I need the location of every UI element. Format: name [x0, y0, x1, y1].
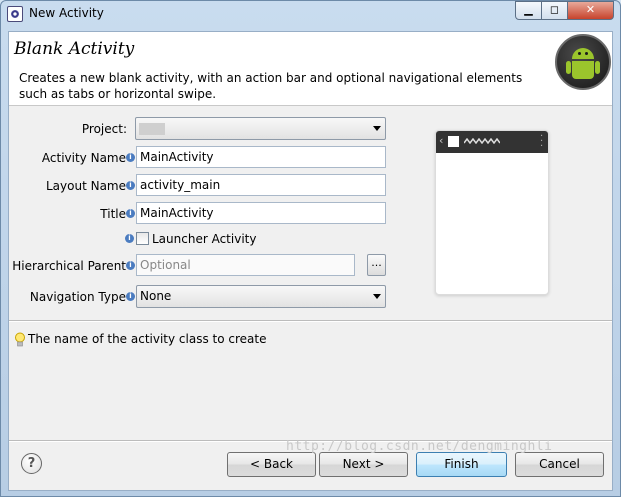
- new-activity-window: New Activity ▁ ◻ ✕ Blank Activity Create…: [0, 0, 621, 497]
- lightbulb-icon: [15, 332, 25, 347]
- launcher-activity-checkbox[interactable]: [136, 232, 149, 245]
- launcher-activity-label[interactable]: Launcher Activity: [152, 232, 256, 246]
- android-robot-head: [572, 48, 594, 59]
- project-value-redacted: [139, 122, 165, 135]
- activity-preview-thumbnail: ‹ · · ·: [435, 130, 549, 295]
- title-input[interactable]: MainActivity: [136, 202, 386, 224]
- eclipse-icon: [7, 6, 23, 22]
- info-icon: i: [126, 209, 135, 218]
- finish-button[interactable]: Finish: [416, 452, 507, 477]
- info-icon: i: [125, 234, 134, 243]
- minimize-button[interactable]: ▁: [515, 1, 542, 20]
- cancel-button[interactable]: Cancel: [515, 452, 604, 477]
- watermark: http://blog.csdn.net/dengminghli: [286, 439, 553, 454]
- browse-parent-button[interactable]: ...: [367, 254, 386, 276]
- hierarchical-parent-input[interactable]: Optional: [136, 254, 355, 276]
- project-label: Project:: [81, 122, 127, 136]
- layout-name-input[interactable]: activity_main: [136, 174, 386, 196]
- title-squiggle-icon: [464, 138, 500, 144]
- app-icon-placeholder: [448, 136, 459, 147]
- back-chevron-icon: ‹: [439, 134, 444, 147]
- page-title: Blank Activity: [14, 39, 135, 59]
- preview-action-bar: ‹ · · ·: [436, 131, 548, 153]
- overflow-menu-icon: · · ·: [540, 131, 544, 152]
- android-robot-body: [572, 61, 594, 79]
- dialog-body: Blank Activity Creates a new blank activ…: [8, 31, 613, 491]
- activity-name-input[interactable]: MainActivity: [136, 146, 386, 168]
- title-bar[interactable]: New Activity ▁ ◻ ✕: [1, 1, 620, 27]
- android-robot-arm: [566, 61, 571, 74]
- info-icon: i: [126, 181, 135, 190]
- navigation-type-value: None: [140, 289, 172, 303]
- project-combo[interactable]: [135, 117, 386, 140]
- wizard-header: Blank Activity Creates a new blank activ…: [9, 32, 612, 106]
- chevron-down-icon: [373, 126, 381, 131]
- layout-name-label: Layout Name: [45, 179, 126, 193]
- next-button[interactable]: Next >: [319, 452, 408, 477]
- page-description: Creates a new blank activity, with an ac…: [19, 71, 523, 101]
- info-icon: i: [126, 292, 135, 301]
- hierarchical-parent-label: Hierarchical Parent: [12, 259, 126, 273]
- info-icon: i: [126, 153, 135, 162]
- title-label: Title: [100, 207, 126, 221]
- maximize-button[interactable]: ◻: [541, 1, 568, 20]
- close-button[interactable]: ✕: [567, 1, 614, 20]
- android-logo-icon: [555, 34, 611, 90]
- back-button[interactable]: < Back: [227, 452, 316, 477]
- android-robot-arm: [595, 61, 600, 74]
- chevron-down-icon: [373, 294, 381, 299]
- hint-message: The name of the activity class to create: [28, 332, 267, 346]
- activity-name-label: Activity Name: [41, 151, 126, 165]
- info-icon: i: [126, 261, 135, 270]
- divider: [9, 320, 612, 322]
- window-title: New Activity: [29, 6, 104, 20]
- help-button[interactable]: ?: [21, 453, 42, 474]
- navigation-type-label: Navigation Type: [29, 290, 126, 304]
- navigation-type-combo[interactable]: None: [136, 285, 386, 308]
